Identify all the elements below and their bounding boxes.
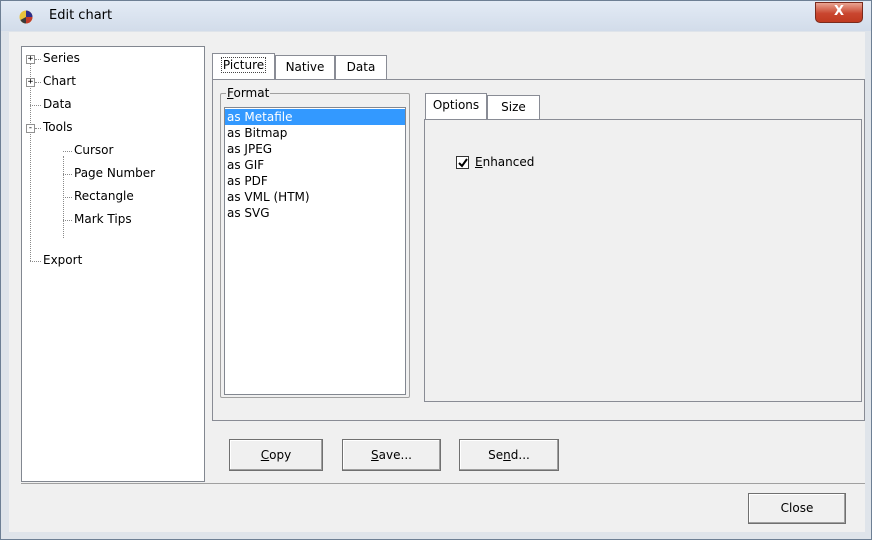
format-item-bitmap[interactable]: as Bitmap <box>225 125 405 141</box>
tree-line <box>30 261 41 262</box>
tab-size-label: Size <box>501 100 526 114</box>
format-item-pdf[interactable]: as PDF <box>225 173 405 189</box>
format-item-svg[interactable]: as SVG <box>225 205 405 221</box>
tree-line <box>63 151 72 152</box>
tree-item-tools[interactable]: Tools <box>43 120 73 134</box>
tab-size[interactable]: Size <box>487 95 540 119</box>
tab-picture-label: Picture <box>220 57 267 73</box>
tree-line <box>63 174 72 175</box>
tree-item-rectangle[interactable]: Rectangle <box>74 189 134 203</box>
tree-item-page-number[interactable]: Page Number <box>74 166 155 180</box>
enhanced-checkbox[interactable] <box>456 156 469 169</box>
title-bar[interactable]: Edit chart X <box>1 1 871 31</box>
format-item-gif[interactable]: as GIF <box>225 157 405 173</box>
settings-tree[interactable]: + + - Series Chart Data Tools Cursor Pag… <box>21 46 205 482</box>
tree-item-series[interactable]: Series <box>43 51 80 65</box>
collapse-icon[interactable]: - <box>26 124 35 133</box>
tree-item-chart[interactable]: Chart <box>43 74 76 88</box>
tab-options[interactable]: Options <box>425 93 487 119</box>
footer-divider <box>21 483 865 484</box>
tree-item-data[interactable]: Data <box>43 97 72 111</box>
tab-native-label: Native <box>285 60 325 74</box>
window-title: Edit chart <box>49 8 113 23</box>
format-item-vml[interactable]: as VML (HTM) <box>225 189 405 205</box>
tree-line <box>35 82 41 83</box>
tab-options-label: Options <box>432 98 480 112</box>
tab-picture[interactable]: Picture <box>212 53 275 79</box>
tree-line <box>35 128 41 129</box>
tree-line <box>63 220 72 221</box>
dialog-client: + + - Series Chart Data Tools Cursor Pag… <box>9 32 865 532</box>
tree-item-mark-tips[interactable]: Mark Tips <box>74 212 132 226</box>
tree-line <box>30 105 41 106</box>
tab-data-label: Data <box>346 60 376 74</box>
tree-item-cursor[interactable]: Cursor <box>74 143 113 157</box>
close-button[interactable]: Close <box>748 493 846 524</box>
format-group: Format as Metafile as Bitmap as JPEG as … <box>220 86 410 398</box>
tab-data[interactable]: Data <box>335 55 387 79</box>
close-icon: X <box>833 4 845 19</box>
format-list[interactable]: as Metafile as Bitmap as JPEG as GIF as … <box>224 107 406 395</box>
format-group-label: Format <box>226 86 271 100</box>
tree-line <box>30 59 31 261</box>
tab-native[interactable]: Native <box>275 55 335 79</box>
format-item-metafile[interactable]: as Metafile <box>225 109 405 125</box>
send-button[interactable]: Send... <box>459 439 559 471</box>
window-close-button[interactable]: X <box>815 2 863 23</box>
expand-icon[interactable]: + <box>26 78 35 87</box>
expand-icon[interactable]: + <box>26 55 35 64</box>
enhanced-label[interactable]: Enhanced <box>475 155 534 169</box>
tree-line <box>35 59 41 60</box>
copy-button[interactable]: Copy <box>229 439 323 471</box>
save-button[interactable]: Save... <box>342 439 441 471</box>
tree-item-export[interactable]: Export <box>43 253 82 267</box>
picture-panel: Format as Metafile as Bitmap as JPEG as … <box>212 79 865 421</box>
options-panel: Enhanced <box>424 119 862 402</box>
checkmark-icon <box>458 158 468 168</box>
format-item-jpeg[interactable]: as JPEG <box>225 141 405 157</box>
pie-chart-icon <box>18 9 34 25</box>
edit-chart-window: Edit chart X + + - Series Chart Data Too… <box>0 0 872 540</box>
tree-line <box>63 197 72 198</box>
